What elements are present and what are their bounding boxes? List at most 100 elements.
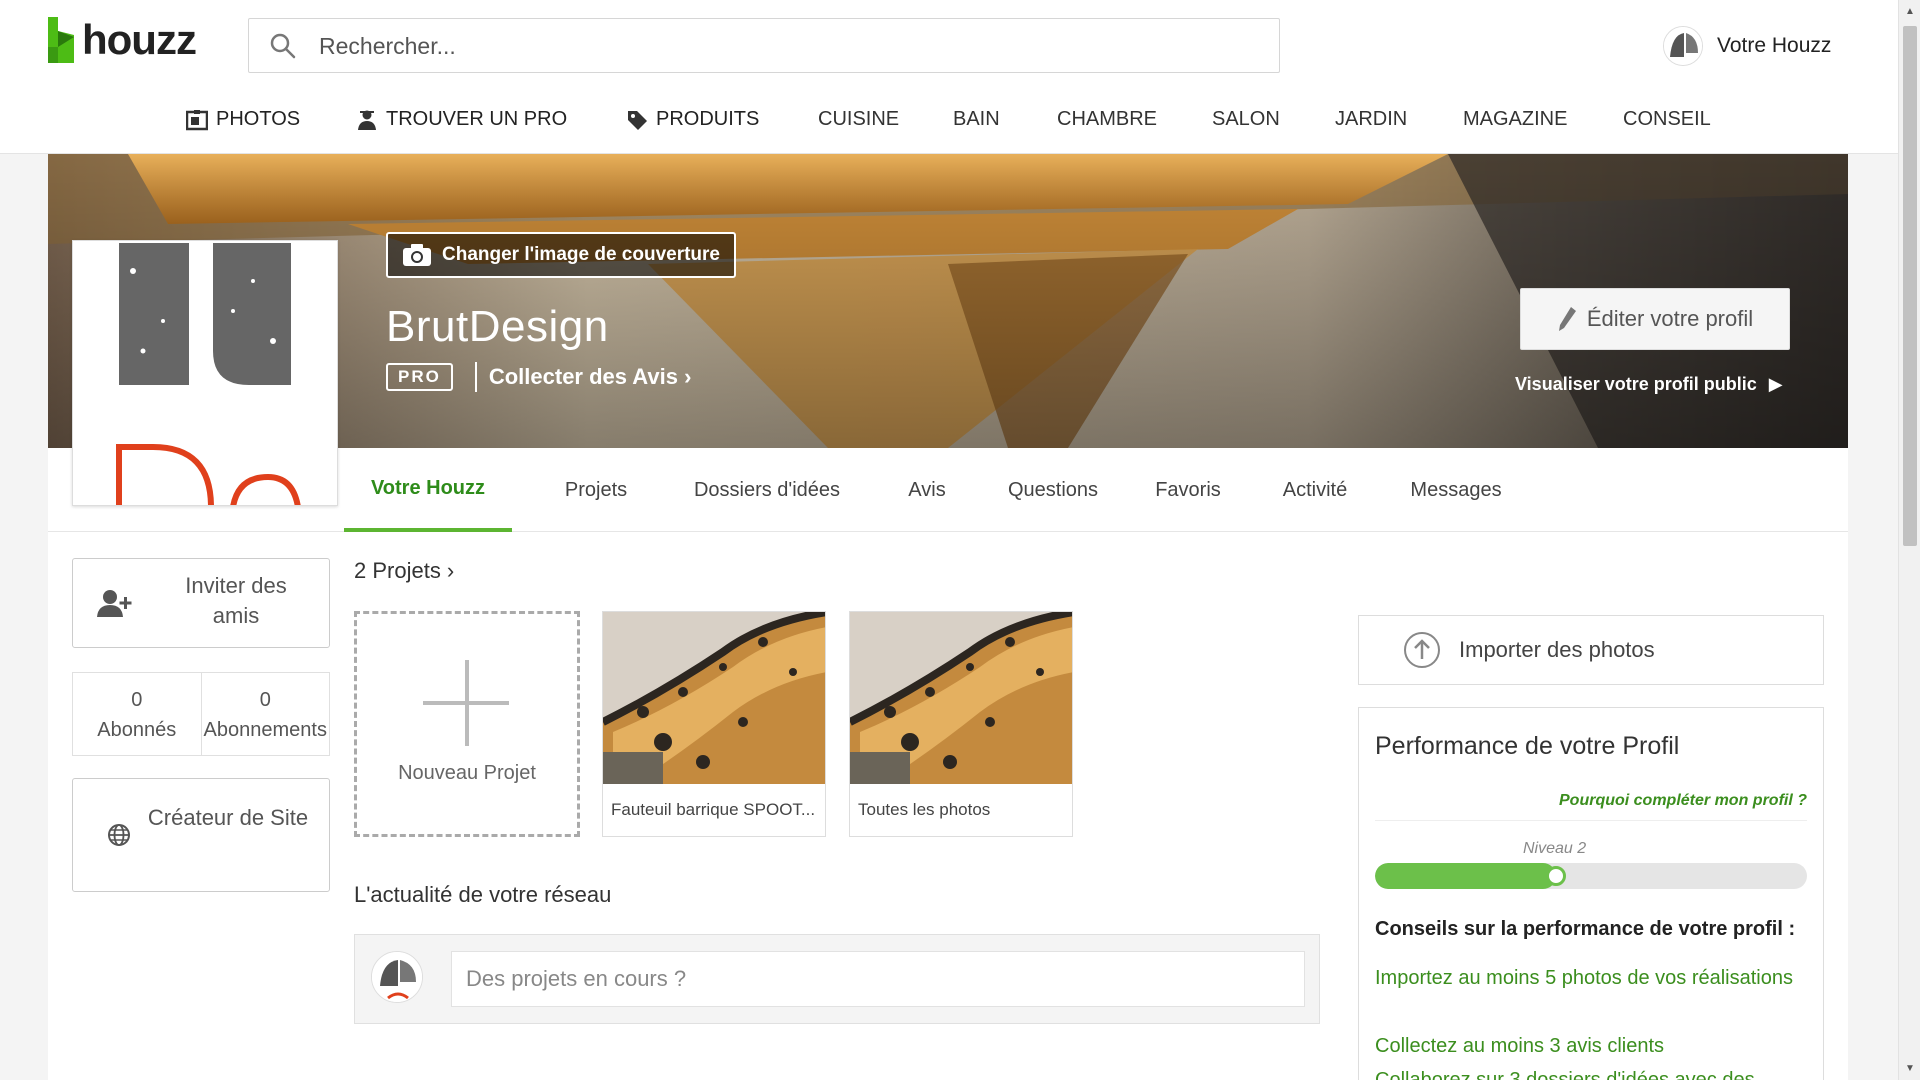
tab-messages[interactable]: Messages [1382,448,1530,532]
new-project-label: Nouveau Projet [398,762,536,784]
post-input[interactable] [451,951,1305,1007]
search-icon [270,33,296,59]
user-menu[interactable]: Votre Houzz [1663,26,1831,66]
nav-photos[interactable]: PHOTOS [186,108,300,131]
camera-icon [403,244,431,266]
feed-title: L'actualité de votre réseau [354,882,612,907]
tab-avis[interactable]: Avis [874,448,980,532]
chevron-right-icon: › [684,364,692,389]
followers-stat[interactable]: 0 Abonnés [73,673,201,755]
tip-link[interactable]: Collaborez sur 3 dossiers d'idées avec d… [1375,1066,1795,1080]
edit-profile-label: Éditer votre profil [1586,306,1754,331]
edit-profile-button[interactable]: Éditer votre profil [1520,288,1790,350]
projects-link[interactable]: 2 Projets › [354,558,454,584]
nav-bain[interactable]: BAIN [953,108,1000,131]
user-label: Votre Houzz [1717,34,1832,57]
followers-count: 0 [131,689,143,711]
search-input[interactable] [319,29,1259,63]
scroll-down-icon[interactable]: ▼ [1905,1063,1915,1074]
profile-tabs: Votre Houzz Projets Dossiers d'idées Avi… [48,448,1848,532]
globe-icon [108,824,130,846]
tab-dossiers[interactable]: Dossiers d'idées [662,448,872,532]
progress-fill [1375,863,1557,889]
nav-conseil[interactable]: CONSEIL [1623,108,1711,131]
tab-label: Messages [1410,478,1502,501]
profile-performance-panel: Performance de votre Profil Pourquoi com… [1358,707,1824,1080]
pro-row: PRO Collecter des Avis › [386,362,691,392]
invite-friends-button[interactable]: Inviter des amis [72,558,330,648]
scroll-thumb[interactable] [1903,26,1917,546]
site-creator-label: Créateur de Site [147,805,309,830]
change-cover-label: Changer l'image de couverture [442,244,720,265]
nav-label: CHAMBRE [1057,108,1158,130]
avatar-image [1664,27,1702,65]
divider [1375,820,1807,821]
nav-cuisine[interactable]: CUISINE [818,108,899,131]
project-title: Fauteuil barrique SPOOT... [611,800,816,819]
following-stat[interactable]: 0 Abonnements [200,673,330,755]
tab-label: Avis [908,478,946,501]
why-complete-link[interactable]: Pourquoi compléter mon profil ? [1559,792,1807,810]
search-box[interactable] [248,18,1280,73]
tips-title: Conseils sur la performance de votre pro… [1375,918,1796,940]
page-scrollbar[interactable]: ▲ ▼ [1898,0,1920,1080]
nav-find-pro[interactable]: TROUVER UN PRO [356,108,567,131]
nav-chambre[interactable]: CHAMBRE [1057,108,1157,131]
composer-avatar [371,951,423,1003]
nav-salon[interactable]: SALON [1212,108,1280,131]
profile-name: BrutDesign [386,302,609,351]
progress-bar [1375,863,1807,889]
new-project-button[interactable]: Nouveau Projet [354,611,580,837]
change-cover-button[interactable]: Changer l'image de couverture [386,232,736,278]
scroll-up-icon[interactable]: ▲ [1905,6,1915,17]
nav-label: PRODUITS [656,108,760,130]
view-public-profile-link[interactable]: Visualiser votre profil public ▶ [1515,374,1783,395]
performance-title: Performance de votre Profil [1375,732,1680,760]
tip-link[interactable]: Importez au moins 5 photos de vos réalis… [1375,964,1795,992]
upload-icon [1404,632,1440,668]
photos-icon [186,109,208,130]
collect-reviews-link[interactable]: Collecter des Avis › [489,364,692,390]
feed-composer [354,934,1320,1024]
nav-magazine[interactable]: MAGAZINE [1463,108,1567,131]
pro-badge: PRO [386,363,453,391]
site-creator-button[interactable]: Créateur de Site [72,778,330,892]
followers-label: Abonnés [97,719,177,741]
projects-title: 2 Projets [354,558,441,583]
following-label: Abonnements [203,719,327,741]
user-avatar [1663,26,1703,66]
houzz-logo-icon [48,17,74,63]
tab-questions[interactable]: Questions [978,448,1128,532]
project-thumbnail [603,612,825,784]
tab-votre-houzz[interactable]: Votre Houzz [344,448,512,532]
main-nav: PHOTOS TROUVER UN PRO PRODUITS CUISINE B… [0,100,1898,144]
nav-label: TROUVER UN PRO [386,108,568,130]
plus-icon-bar [423,701,509,705]
nav-label: CUISINE [818,108,900,130]
tab-label: Votre Houzz [370,476,486,499]
view-public-label: Visualiser votre profil public [1515,374,1757,394]
invite-label: Inviter des amis [185,573,287,628]
tab-activite[interactable]: Activité [1248,448,1382,532]
import-photos-button[interactable]: Importer des photos [1358,615,1824,685]
tab-favoris[interactable]: Favoris [1128,448,1248,532]
divider [474,362,477,392]
pro-icon [358,110,376,130]
pencil-icon [1558,307,1576,331]
profile-card: Changer l'image de couverture BrutDesign… [48,154,1848,1080]
nav-label: CONSEIL [1623,108,1711,130]
nav-label: BAIN [953,108,1000,130]
all-photos-card[interactable]: Toutes les photos [849,611,1073,837]
tip-link[interactable]: Collectez au moins 3 avis clients [1375,1032,1795,1060]
tab-projets[interactable]: Projets [532,448,660,532]
houzz-logo[interactable]: houzz [46,16,197,64]
nav-jardin[interactable]: JARDIN [1335,108,1407,131]
tab-label: Dossiers d'idées [693,478,841,501]
add-user-icon [97,590,132,617]
nav-products[interactable]: PRODUITS [626,108,759,131]
project-card[interactable]: Fauteuil barrique SPOOT... [602,611,826,837]
tab-label: Questions [1007,478,1099,501]
level-label: Niveau 2 [1523,840,1587,857]
follow-stats: 0 Abonnés 0 Abonnements [72,672,330,756]
following-count: 0 [259,689,271,711]
